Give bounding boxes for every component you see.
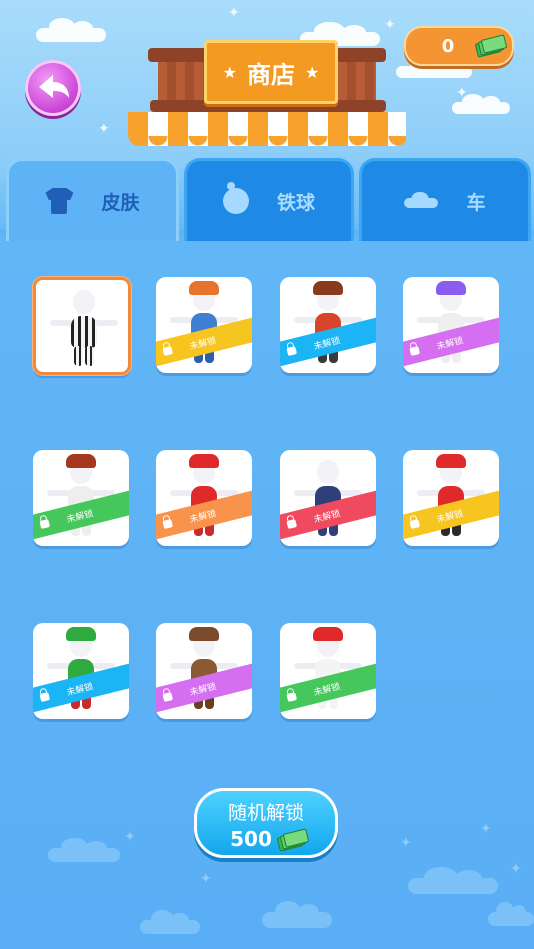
skin-card-elf[interactable]: 未解锁 (33, 623, 129, 719)
tab-skins[interactable]: 皮肤 (6, 158, 179, 241)
sparkle-icon: ✦ (228, 5, 240, 21)
skin-card-santa[interactable]: 未解锁 (403, 450, 499, 546)
lock-icon (286, 692, 298, 703)
cloud (48, 838, 120, 862)
skin-card-prisoner[interactable] (33, 277, 131, 375)
lock-icon (162, 692, 174, 703)
cloud (262, 900, 332, 928)
locked-label: 未解锁 (65, 681, 95, 698)
tab-balls[interactable]: 铁球 (184, 158, 354, 241)
lock-icon (162, 346, 174, 357)
sparkle-icon: ✦ (384, 17, 396, 33)
locked-label: 未解锁 (312, 335, 342, 352)
skin-card-red-cap[interactable]: 未解锁 (156, 450, 252, 546)
car-icon (404, 192, 439, 210)
locked-label: 未解锁 (312, 681, 342, 698)
random-unlock-button[interactable]: 随机解锁 500 (194, 788, 338, 858)
cloud (140, 910, 200, 934)
locked-label: 未解锁 (435, 335, 465, 352)
lock-icon (286, 346, 298, 357)
shirt-icon (45, 188, 73, 214)
cloud (36, 18, 106, 42)
sparkle-icon: ✦ (124, 829, 136, 845)
lock-icon (39, 692, 51, 703)
locked-label: 未解锁 (188, 508, 218, 525)
sparkle-icon: ✦ (456, 85, 468, 101)
ball-icon (222, 182, 249, 214)
lock-icon (39, 519, 51, 530)
sparkle-icon: ✦ (400, 835, 412, 851)
sparkle-icon: ✦ (510, 861, 522, 877)
star-icon: ★ (222, 62, 237, 82)
skin-card-snowman[interactable]: 未解锁 (280, 623, 376, 719)
locked-label: 未解锁 (312, 508, 342, 525)
locked-label: 未解锁 (188, 681, 218, 698)
shop-sign: ★ 商店 ★ (204, 40, 338, 104)
lock-icon (409, 519, 421, 530)
sparkle-icon: ✦ (200, 871, 212, 887)
tab-label: 铁球 (276, 191, 315, 214)
cloud (488, 902, 534, 926)
skin-card-top-hat[interactable]: 未解锁 (280, 277, 376, 373)
shop-awning-edge (128, 136, 406, 150)
cloud (396, 57, 472, 78)
skin-card-reindeer[interactable]: 未解锁 (156, 623, 252, 719)
skin-card-feather-headband[interactable]: 未解锁 (403, 277, 499, 373)
lock-icon (162, 519, 174, 530)
sparkle-icon: ✦ (480, 821, 492, 837)
star-icon: ★ (305, 62, 320, 82)
character-figure (36, 280, 128, 372)
locked-label: 未解锁 (435, 508, 465, 525)
sparkle-icon: ✦ (98, 121, 110, 137)
lock-icon (286, 519, 298, 530)
cash-icon (474, 34, 508, 58)
skin-card-hair-bun[interactable]: 未解锁 (33, 450, 129, 546)
cloud (408, 866, 498, 894)
back-button[interactable] (25, 60, 81, 116)
random-unlock-label: 随机解锁 (227, 802, 304, 824)
random-unlock-price: 500 (230, 827, 272, 851)
locked-label: 未解锁 (65, 508, 95, 525)
tab-label: 车 (466, 191, 486, 214)
cloud (452, 93, 510, 114)
random-unlock-price-row: 500 (197, 827, 335, 852)
skin-card-orange-hair[interactable]: 未解锁 (156, 277, 252, 373)
back-arrow-icon (39, 75, 69, 98)
shop-title: 商店 (247, 60, 295, 89)
tab-cars[interactable]: 车 (359, 158, 531, 241)
locked-label: 未解锁 (188, 335, 218, 352)
coin-counter: 0 (404, 26, 514, 66)
skin-card-sunglasses-suit[interactable]: 未解锁 (280, 450, 376, 546)
lock-icon (409, 346, 421, 357)
tab-label: 皮肤 (101, 191, 140, 214)
cash-icon (276, 828, 310, 852)
